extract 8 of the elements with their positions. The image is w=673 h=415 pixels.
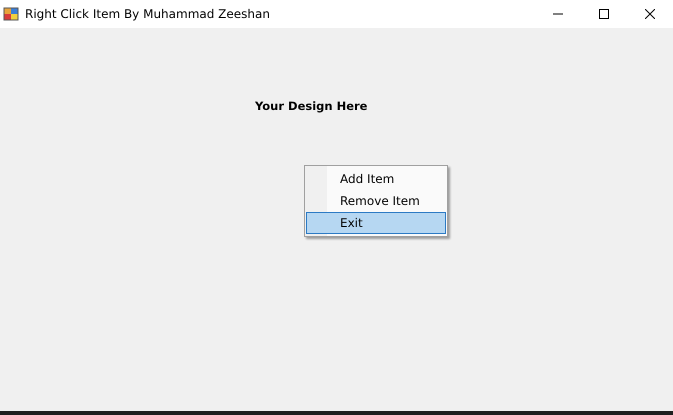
menu-item[interactable]: Remove Item	[306, 190, 446, 212]
close-icon	[645, 9, 655, 19]
menu-item[interactable]: Add Item	[306, 168, 446, 190]
window-title: Right Click Item By Muhammad Zeeshan	[25, 6, 271, 23]
menu-item[interactable]: Exit	[306, 212, 446, 234]
form-label: Your Design Here	[255, 98, 368, 115]
app-icon	[3, 6, 19, 22]
maximize-icon	[599, 9, 609, 19]
